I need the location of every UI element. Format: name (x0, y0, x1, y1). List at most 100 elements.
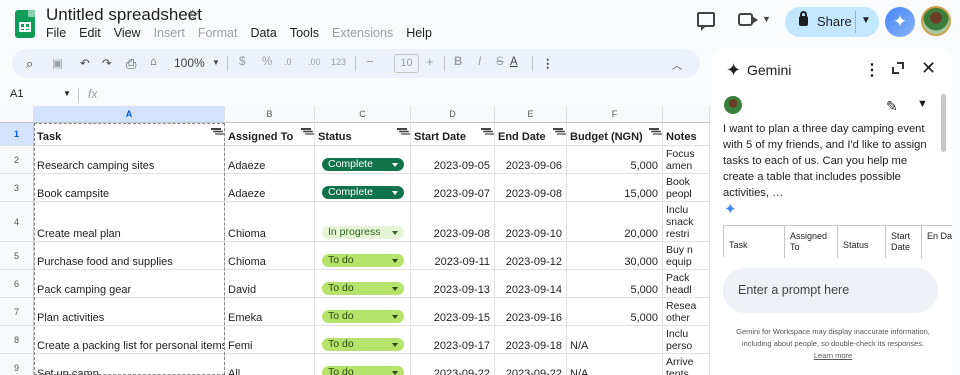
cell[interactable]: Pack headl (663, 270, 710, 297)
cell[interactable]: N/A (567, 326, 663, 353)
filter-icon[interactable] (301, 128, 311, 135)
increase-decimal-button[interactable]: .00 (308, 57, 321, 67)
cell[interactable]: 2023-09-22 (411, 354, 495, 375)
cell[interactable]: 5,000 (567, 270, 663, 297)
row-header[interactable]: 5 (0, 242, 34, 270)
menu-help[interactable]: Help (406, 26, 432, 40)
edit-pencil-icon[interactable]: ✎ (886, 98, 898, 115)
menu-edit[interactable]: Edit (79, 26, 101, 40)
filter-icon[interactable] (397, 128, 407, 135)
comment-icon[interactable] (697, 12, 715, 31)
cell[interactable]: 20,000 (567, 202, 663, 241)
chevron-down-icon[interactable]: ▼ (762, 14, 771, 24)
sheets-logo-icon[interactable] (15, 10, 35, 38)
filter-icon[interactable] (481, 128, 491, 135)
font-size-increase-button[interactable]: + (426, 54, 434, 69)
row-header[interactable]: 3 (0, 174, 34, 202)
cell[interactable]: To do (315, 270, 411, 297)
more-options-icon[interactable]: ⋮ (864, 60, 880, 80)
cell[interactable]: Buy n equip (663, 242, 710, 269)
row-header[interactable]: 2 (0, 146, 34, 174)
chevron-down-icon[interactable]: ▼ (63, 89, 71, 98)
cell[interactable]: 2023-09-16 (495, 298, 567, 325)
font-size-input[interactable]: 10 (394, 54, 419, 73)
cell[interactable]: To do (315, 242, 411, 269)
status-chip[interactable]: To do (322, 254, 404, 267)
cell[interactable]: Chioma (225, 202, 315, 241)
status-chip[interactable]: Complete (322, 158, 404, 171)
document-title[interactable]: Untitled spreadsheet (46, 5, 202, 25)
cell[interactable]: 2023-09-13 (411, 270, 495, 297)
cell[interactable]: 2023-09-12 (495, 242, 567, 269)
learn-more-link[interactable]: Learn more (814, 351, 852, 360)
font-size-decrease-button[interactable]: − (366, 54, 374, 69)
cell[interactable]: 5,000 (567, 298, 663, 325)
cell[interactable]: 2023-09-06 (495, 146, 567, 173)
decrease-decimal-button[interactable]: .0 (284, 57, 292, 67)
more-options-icon[interactable]: ⋮ (542, 56, 554, 70)
column-header-b[interactable]: B (225, 106, 315, 123)
more-formats-button[interactable]: 123 (331, 57, 346, 67)
filter-icon[interactable] (553, 128, 563, 135)
cell[interactable]: 2023-09-14 (495, 270, 567, 297)
cell[interactable]: Femi (225, 326, 315, 353)
cell[interactable]: 2023-09-08 (495, 174, 567, 201)
column-header-f[interactable]: F (567, 106, 663, 123)
text-color-icon[interactable]: A (510, 56, 518, 68)
cell[interactable]: Emeka (225, 298, 315, 325)
paint-format-icon[interactable]: ⌂ (150, 56, 157, 68)
cell[interactable]: Plan activities (34, 298, 225, 325)
cell[interactable]: 30,000 (567, 242, 663, 269)
cell[interactable]: Purchase food and supplies (34, 242, 225, 269)
name-box[interactable]: A1 (10, 88, 23, 100)
cell[interactable]: N/A (567, 354, 663, 375)
star-icon[interactable]: ☆ (186, 6, 199, 24)
cell[interactable]: Start Date (411, 123, 495, 145)
cell[interactable]: 5,000 (567, 146, 663, 173)
cell[interactable]: Chioma (225, 242, 315, 269)
cell[interactable]: Adaeze (225, 174, 315, 201)
cell[interactable]: To do (315, 326, 411, 353)
scrollbar[interactable] (941, 94, 946, 152)
cell[interactable]: 2023-09-10 (495, 202, 567, 241)
search-menus-icon[interactable]: ⌕ (26, 56, 33, 72)
cell[interactable]: In progress (315, 202, 411, 241)
cell[interactable]: End Date (495, 123, 567, 145)
collapse-toolbar-chevron-up-icon[interactable]: ︿ (672, 57, 682, 72)
menu-file[interactable]: File (46, 26, 66, 40)
undo-icon[interactable]: ↶ (80, 56, 90, 70)
percent-format-button[interactable]: % (262, 56, 272, 68)
cell[interactable]: Complete (315, 146, 411, 173)
menu-extensions[interactable]: Extensions (332, 26, 393, 40)
zoom-select[interactable]: 100% (174, 56, 205, 70)
cell[interactable]: 2023-09-11 (411, 242, 495, 269)
cell[interactable]: 15,000 (567, 174, 663, 201)
column-header-g[interactable] (663, 106, 710, 123)
cell[interactable]: Book campsite (34, 174, 225, 201)
filter-icon[interactable] (211, 128, 221, 135)
cell[interactable]: Inclu snack restri (663, 202, 710, 241)
cell[interactable]: To do (315, 298, 411, 325)
expand-icon[interactable] (892, 62, 904, 74)
cell[interactable]: Create a packing list for personal items (34, 326, 225, 353)
cell[interactable]: 2023-09-05 (411, 146, 495, 173)
menu-format[interactable]: Format (198, 26, 238, 40)
filter-icon[interactable] (649, 128, 659, 135)
italic-icon[interactable]: I (478, 56, 481, 68)
column-header-e[interactable]: E (495, 106, 567, 123)
row-header[interactable]: 8 (0, 326, 34, 354)
cell[interactable]: Notes (663, 123, 710, 145)
close-icon[interactable]: ✕ (921, 58, 936, 79)
cell[interactable]: 2023-09-07 (411, 174, 495, 201)
column-header-d[interactable]: D (411, 106, 495, 123)
menu-view[interactable]: View (114, 26, 141, 40)
cell[interactable]: Arrive tents, (663, 354, 710, 375)
cell[interactable]: All (225, 354, 315, 375)
cell[interactable]: 2023-09-22 (495, 354, 567, 375)
cell[interactable]: 2023-09-15 (411, 298, 495, 325)
chevron-down-icon[interactable]: ▼ (917, 98, 928, 110)
avatar[interactable] (921, 6, 951, 36)
cell[interactable]: Book peopl (663, 174, 710, 201)
cell[interactable]: To do (315, 354, 411, 375)
redo-icon[interactable]: ↷ (102, 56, 112, 70)
